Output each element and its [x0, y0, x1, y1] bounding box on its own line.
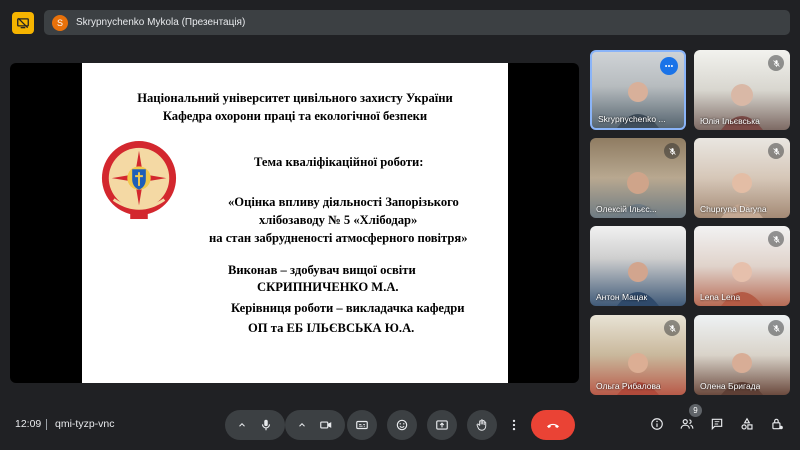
participant-tile[interactable]: Антон Мацак [590, 226, 686, 306]
shared-screen: Національний університет цивільного захи… [10, 63, 579, 383]
hand-icon [476, 419, 487, 431]
activities-button[interactable] [739, 416, 755, 432]
host-controls-button[interactable] [769, 416, 785, 432]
participant-tile[interactable]: Олексій Ільєс... [590, 138, 686, 218]
participant-tile[interactable]: Юлія Ільєвська [694, 50, 790, 130]
mic-muted-indicator [664, 143, 680, 159]
shapes-icon [741, 417, 753, 430]
more-options-button[interactable] [505, 410, 523, 440]
participant-name: Ольга Рибалова [596, 381, 661, 391]
camera-control[interactable] [285, 410, 345, 440]
closed-captions-icon [356, 420, 368, 430]
mic-muted-indicator [768, 320, 784, 336]
slide-author-line: Виконав – здобувач вищої освіти [228, 263, 416, 277]
present-now-button[interactable] [427, 410, 457, 440]
divider [46, 419, 47, 430]
presenter-avatar: S [52, 14, 68, 31]
reactions-button[interactable] [387, 410, 417, 440]
presentation-banner: S Skrypnychenko Mykola (Презентація) [44, 10, 790, 35]
chevron-up-icon[interactable] [237, 420, 247, 430]
mic-muted-indicator [768, 55, 784, 71]
participant-name: Олексій Ільєс... [596, 204, 657, 214]
meeting-details-button[interactable] [649, 416, 665, 432]
hang-up-icon [547, 423, 559, 428]
mic-off-icon [772, 59, 780, 67]
mic-muted-indicator [664, 320, 680, 336]
people-button[interactable] [679, 416, 695, 432]
slide-supervisor-name: ОП та ЕБ ІЛЬЄВСЬКА Ю.А. [248, 321, 415, 335]
participant-tile[interactable]: Chupryna Daryna [694, 138, 790, 218]
more-vertical-icon [512, 419, 516, 431]
mic-off-icon [772, 235, 780, 243]
emoji-icon [396, 419, 408, 431]
chat-button[interactable] [709, 416, 725, 432]
participant-name: Lena Lena [700, 292, 741, 302]
app-logo [12, 12, 34, 34]
meeting-time: 12:09 [15, 418, 42, 430]
slide-topic-line: «Оцінка впливу діяльності Запорізького [228, 195, 459, 209]
slide-topic-line: на стан забрудненості атмосферного повіт… [209, 231, 468, 245]
participant-tile[interactable]: Ольга Рибалова [590, 315, 686, 395]
participant-tile[interactable]: Олена Бригада [694, 315, 790, 395]
slide-topic-heading: Тема кваліфікаційної роботи: [254, 155, 424, 169]
slide-author-name: СКРИПНИЧЕНКО М.А. [257, 280, 399, 294]
monitor-icon [17, 17, 29, 29]
lock-person-icon [772, 418, 783, 430]
slide-topic-line: хлібозаводу № 5 «Хлібодар» [259, 213, 418, 227]
more-options-button[interactable] [660, 57, 678, 75]
end-call-button[interactable] [531, 410, 575, 440]
mic-muted-indicator [768, 231, 784, 247]
chat-icon [711, 418, 723, 431]
mic-off-icon [668, 324, 676, 332]
slide-department: Кафедра охорони праці та екологічної без… [162, 109, 428, 123]
meeting-code: qmi-tyzp-vnc [55, 418, 115, 430]
participant-tile[interactable]: Lena Lena [694, 226, 790, 306]
chevron-up-icon[interactable] [297, 420, 307, 430]
info-icon [651, 418, 663, 430]
university-emblem-icon [101, 141, 177, 220]
presentation-title: Skrypnychenko Mykola (Презентація) [76, 17, 246, 28]
microphone-control[interactable] [225, 410, 285, 440]
mic-off-icon [772, 324, 780, 332]
slide-supervisor-line: Керівниця роботи – викладачка кафедри [231, 301, 465, 315]
participant-name: Антон Мацак [596, 292, 648, 302]
microphone-icon[interactable] [259, 418, 273, 432]
slide-university: Національний університет цивільного захи… [137, 91, 453, 105]
raise-hand-button[interactable] [467, 410, 497, 440]
participant-name: Chupryna Daryna [700, 204, 767, 214]
mic-off-icon [772, 147, 780, 155]
participant-name: Олена Бригада [700, 381, 761, 391]
people-icon [680, 419, 694, 429]
present-screen-icon [436, 420, 448, 430]
participant-tile[interactable]: Skrypnychenko ... [590, 50, 686, 130]
mic-muted-indicator [768, 143, 784, 159]
captions-button[interactable] [347, 410, 377, 440]
camera-icon[interactable] [319, 418, 333, 432]
mic-off-icon [668, 147, 676, 155]
presentation-slide: Національний університет цивільного захи… [82, 63, 508, 383]
participant-name: Skrypnychenko ... [598, 114, 666, 124]
more-horizontal-icon [665, 65, 673, 67]
participant-name: Юлія Ільєвська [700, 116, 760, 126]
